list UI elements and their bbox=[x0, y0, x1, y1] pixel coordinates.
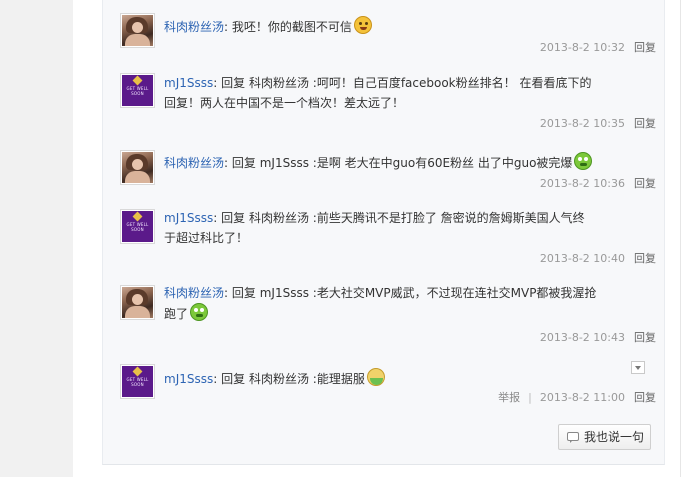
comment-meta: 举报 | 2013-8-2 11:00 回复 bbox=[498, 389, 656, 405]
comment-timestamp: 2013-8-2 11:00 bbox=[539, 391, 625, 404]
avatar-photo-image bbox=[122, 287, 153, 318]
comment-timestamp: 2013-8-2 10:43 bbox=[539, 331, 625, 344]
heart-icon bbox=[132, 211, 143, 222]
comment-timestamp: 2013-8-2 10:36 bbox=[539, 177, 625, 190]
username-link[interactable]: 科肉粉丝汤 bbox=[164, 286, 224, 300]
colon-separator: : bbox=[224, 286, 232, 300]
comment-content: mJ1Ssss: 回复 科肉粉丝汤 :前些天腾讯不是打脸了 詹密说的詹姆斯美国人… bbox=[164, 208, 656, 248]
username-link[interactable]: 科肉粉丝汤 bbox=[164, 20, 224, 34]
avatar-caption: GET WELL SOON bbox=[126, 377, 149, 387]
page-right-border bbox=[680, 0, 681, 477]
avatar-photo-image bbox=[122, 152, 153, 183]
comment-meta: 2013-8-2 10:40 回复 bbox=[540, 250, 656, 266]
comment-content: 科肉粉丝汤: 回复 mJ1Ssss :老大社交MVP威武，不过现在连社交MVP都… bbox=[164, 283, 656, 324]
get-well-soon-avatar-image: GET WELL SOON bbox=[122, 366, 153, 397]
reply-link[interactable]: 回复 bbox=[634, 117, 656, 130]
reply-target[interactable]: mJ1Ssss bbox=[260, 156, 309, 170]
colon-separator: : bbox=[224, 156, 232, 170]
reply-link[interactable]: 回复 bbox=[634, 177, 656, 190]
colon-separator: : bbox=[213, 76, 222, 90]
user-avatar[interactable] bbox=[120, 285, 155, 320]
reply-target[interactable]: 科肉粉丝汤 bbox=[249, 211, 309, 225]
reply-prefix: 回复 bbox=[221, 76, 246, 90]
comment-timestamp: 2013-8-2 10:35 bbox=[539, 117, 625, 130]
reply-prefix: 回复 bbox=[231, 286, 256, 300]
comment-content: mJ1Ssss: 回复 科肉粉丝汤 :呵呵！自己百度facebook粉丝排名！ … bbox=[164, 73, 656, 113]
comment-meta: 2013-8-2 10:43 回复 bbox=[540, 329, 656, 345]
meta-separator: | bbox=[528, 391, 532, 404]
reply-link[interactable]: 回复 bbox=[634, 391, 656, 404]
comment-meta: 2013-8-2 10:35 回复 bbox=[540, 115, 656, 131]
user-avatar[interactable]: GET WELL SOON bbox=[120, 73, 155, 108]
add-comment-button[interactable]: 我也说一句 bbox=[558, 424, 651, 450]
comment-meta: 2013-8-2 10:36 回复 bbox=[540, 175, 656, 191]
comment-text-line2: 于超过科比了！ bbox=[164, 231, 249, 245]
user-avatar[interactable]: GET WELL SOON bbox=[120, 364, 155, 399]
speech-bubble-icon bbox=[567, 432, 579, 443]
comment-content: 科肉粉丝汤: 回复 mJ1Ssss :是啊 老大在中guo有60E粉丝 出了中g… bbox=[164, 152, 656, 173]
reply-panel: 科肉粉丝汤: 我呸！你的截图不可信 2013-8-2 10:32 回复 GET W… bbox=[102, 0, 665, 465]
comment-item: 科肉粉丝汤: 我呸！你的截图不可信 2013-8-2 10:32 回复 bbox=[120, 13, 656, 58]
comment-item: 科肉粉丝汤: 回复 mJ1Ssss :老大社交MVP威武，不过现在连社交MVP都… bbox=[120, 285, 656, 347]
comment-meta: 2013-8-2 10:32 回复 bbox=[540, 39, 656, 55]
comment-text-line1: :呵呵！自己百度facebook粉丝排名！ 在看看底下的 bbox=[308, 76, 592, 90]
reply-target[interactable]: 科肉粉丝汤 bbox=[249, 76, 309, 90]
reply-target[interactable]: 科肉粉丝汤 bbox=[249, 372, 309, 386]
collapse-dropdown-button[interactable] bbox=[631, 361, 645, 374]
get-well-soon-avatar-image: GET WELL SOON bbox=[122, 211, 153, 242]
colon-separator: : bbox=[213, 211, 222, 225]
green-laugh-emoji-icon bbox=[190, 303, 209, 321]
reply-link[interactable]: 回复 bbox=[634, 41, 656, 54]
comment-text-line2: 跑了 bbox=[164, 307, 189, 321]
heart-icon bbox=[132, 366, 143, 377]
username-link[interactable]: mJ1Ssss bbox=[164, 211, 213, 225]
comment-text-line1: :老大社交MVP威武，不过现在连社交MVP都被我渥抢 bbox=[308, 286, 597, 300]
colon-separator: : bbox=[213, 372, 222, 386]
heart-icon bbox=[132, 75, 143, 86]
get-well-soon-avatar-image: GET WELL SOON bbox=[122, 75, 153, 106]
comment-content: mJ1Ssss: 回复 科肉粉丝汤 :能理据服 bbox=[164, 368, 656, 389]
sick-emoji-icon bbox=[366, 368, 385, 386]
comment-item: GET WELL SOON mJ1Ssss: 回复 科肉粉丝汤 :能理据服 举报… bbox=[120, 364, 656, 408]
comment-text: 我呸！你的截图不可信 bbox=[231, 20, 352, 34]
comment-text: :是啊 老大在中guo有60E粉丝 出了中guo被完爆 bbox=[308, 156, 573, 170]
username-link[interactable]: 科肉粉丝汤 bbox=[164, 156, 224, 170]
avatar-caption: GET WELL SOON bbox=[126, 222, 149, 232]
report-link[interactable]: 举报 bbox=[498, 391, 520, 404]
comment-item: GET WELL SOON mJ1Ssss: 回复 科肉粉丝汤 :呵呵！自己百度… bbox=[120, 73, 656, 131]
green-laugh-emoji-icon bbox=[574, 152, 593, 170]
username-link[interactable]: mJ1Ssss bbox=[164, 76, 213, 90]
comment-item: GET WELL SOON mJ1Ssss: 回复 科肉粉丝汤 :前些天腾讯不是… bbox=[120, 209, 656, 267]
reply-target[interactable]: mJ1Ssss bbox=[260, 286, 309, 300]
username-link[interactable]: mJ1Ssss bbox=[164, 372, 213, 386]
reply-prefix: 回复 bbox=[231, 156, 256, 170]
comment-text-line1: :前些天腾讯不是打脸了 詹密说的詹姆斯美国人气终 bbox=[308, 211, 585, 225]
comment-item: 科肉粉丝汤: 回复 mJ1Ssss :是啊 老大在中guo有60E粉丝 出了中g… bbox=[120, 150, 656, 195]
avatar-photo-image bbox=[122, 15, 153, 46]
user-avatar[interactable] bbox=[120, 13, 155, 48]
add-comment-label: 我也说一句 bbox=[584, 430, 645, 444]
colon-separator: : bbox=[224, 20, 232, 34]
comment-timestamp: 2013-8-2 10:40 bbox=[539, 252, 625, 265]
comment-content: 科肉粉丝汤: 我呸！你的截图不可信 bbox=[164, 16, 656, 37]
reply-prefix: 回复 bbox=[221, 211, 246, 225]
reply-link[interactable]: 回复 bbox=[634, 331, 656, 344]
reply-link[interactable]: 回复 bbox=[634, 252, 656, 265]
avatar-caption: GET WELL SOON bbox=[126, 86, 149, 96]
user-avatar[interactable]: GET WELL SOON bbox=[120, 209, 155, 244]
reply-prefix: 回复 bbox=[221, 372, 246, 386]
comment-text-line2: 回复！两人在中国不是一个档次！差太远了！ bbox=[164, 96, 405, 110]
user-avatar[interactable] bbox=[120, 150, 155, 185]
cry-laugh-emoji-icon bbox=[353, 16, 372, 34]
comment-timestamp: 2013-8-2 10:32 bbox=[539, 41, 625, 54]
comment-text: :能理据服 bbox=[308, 372, 365, 386]
